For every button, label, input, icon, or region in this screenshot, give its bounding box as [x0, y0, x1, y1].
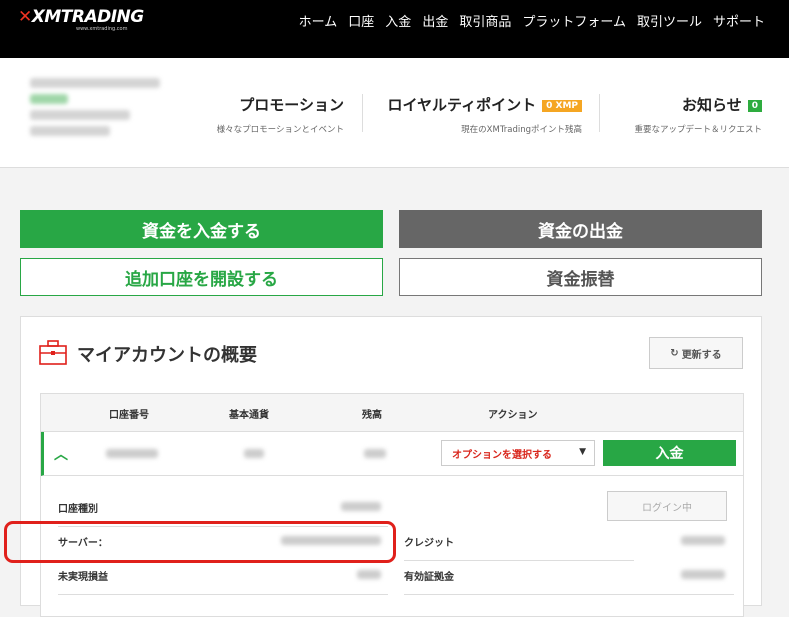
- detail-divider: [404, 594, 734, 595]
- refresh-button[interactable]: ↻ 更新する: [649, 337, 743, 369]
- col-account-number: 口座番号: [109, 410, 149, 421]
- top-nav-bar: ✕XMTRADING www.xmtrading.com ホーム 口座 入金 出…: [0, 0, 789, 58]
- equity-label: 有効証拠金: [404, 572, 454, 583]
- news-title[interactable]: お知らせ: [682, 96, 742, 114]
- promotions-title[interactable]: プロモーション: [198, 94, 344, 115]
- main-nav: ホーム 口座 入金 出金 取引商品 プラットフォーム 取引ツール サポート: [299, 11, 765, 30]
- loyalty-sub: 現在のXMTradingポイント残高: [461, 125, 582, 135]
- detail-divider: [58, 594, 388, 595]
- account-type-blurred: [341, 502, 381, 511]
- xm-logo[interactable]: ✕XMTRADING: [18, 7, 144, 27]
- caret-down-icon: ▼: [579, 447, 586, 457]
- chevron-up-icon[interactable]: ︿: [54, 444, 68, 464]
- detail-divider: [404, 560, 634, 561]
- table-header: 口座番号 基本通貨 残高 アクション: [41, 394, 743, 432]
- credit-label: クレジット: [404, 538, 454, 549]
- briefcase-icon: [39, 340, 67, 365]
- nav-platform[interactable]: プラットフォーム: [522, 11, 626, 30]
- nav-instruments[interactable]: 取引商品: [459, 11, 511, 30]
- unrealized-pl-label: 未実現損益: [58, 572, 108, 583]
- server-highlight-box: [4, 521, 396, 563]
- options-select-label: オプションを選択する: [452, 449, 552, 461]
- nav-support[interactable]: サポート: [713, 11, 765, 30]
- balance-blurred: [364, 449, 386, 458]
- options-select[interactable]: オプションを選択する ▼: [441, 440, 595, 466]
- user-info-blurred: [30, 78, 160, 142]
- news-sub: 重要なアップデート＆リクエスト: [634, 125, 762, 135]
- nav-account[interactable]: 口座: [348, 11, 374, 30]
- open-additional-account-button[interactable]: 追加口座を開設する: [20, 258, 383, 296]
- credit-blurred: [681, 536, 725, 545]
- row-deposit-button[interactable]: 入金: [603, 440, 736, 466]
- xmp-badge: 0 XMP: [542, 100, 582, 112]
- withdraw-funds-button[interactable]: 資金の出金: [399, 210, 762, 248]
- overview-title: マイアカウントの概要: [77, 345, 257, 366]
- promotions-section[interactable]: プロモーション 様々なプロモーションとイベント: [198, 94, 344, 135]
- deposit-funds-button[interactable]: 資金を入金する: [20, 210, 383, 248]
- account-header: プロモーション 様々なプロモーションとイベント ロイヤルティポイント 0 XMP …: [0, 58, 789, 168]
- col-base-currency: 基本通貨: [229, 410, 269, 421]
- header-divider: [362, 94, 363, 132]
- news-section[interactable]: お知らせ 0 重要なアップデート＆リクエスト: [612, 94, 762, 135]
- promotions-sub: 様々なプロモーションとイベント: [216, 125, 344, 135]
- loyalty-section[interactable]: ロイヤルティポイント 0 XMP 現在のXMTradingポイント残高: [376, 94, 582, 135]
- refresh-icon: ↻: [670, 347, 679, 359]
- accounts-table: 口座番号 基本通貨 残高 アクション ︿ オプションを選択する ▼ 入金 口座種…: [40, 393, 744, 617]
- nav-home[interactable]: ホーム: [299, 11, 338, 30]
- nav-deposit[interactable]: 入金: [385, 11, 411, 30]
- nav-withdraw[interactable]: 出金: [422, 11, 448, 30]
- equity-blurred: [681, 570, 725, 579]
- refresh-label: 更新する: [681, 349, 722, 361]
- nav-tools[interactable]: 取引ツール: [637, 11, 702, 30]
- loyalty-title[interactable]: ロイヤルティポイント: [387, 96, 536, 114]
- unrealized-blurred: [357, 570, 381, 579]
- news-count-badge: 0: [747, 100, 762, 112]
- col-action: アクション: [488, 410, 538, 421]
- account-type-label: 口座種別: [58, 504, 98, 515]
- account-number-blurred: [106, 449, 158, 458]
- currency-blurred: [244, 449, 264, 458]
- transfer-funds-button[interactable]: 資金振替: [399, 258, 762, 296]
- col-balance: 残高: [362, 410, 382, 421]
- logo-url: www.xmtrading.com: [76, 26, 128, 32]
- header-divider: [599, 94, 600, 132]
- table-row[interactable]: ︿ オプションを選択する ▼ 入金: [41, 432, 743, 476]
- logged-in-button[interactable]: ログイン中: [607, 491, 727, 521]
